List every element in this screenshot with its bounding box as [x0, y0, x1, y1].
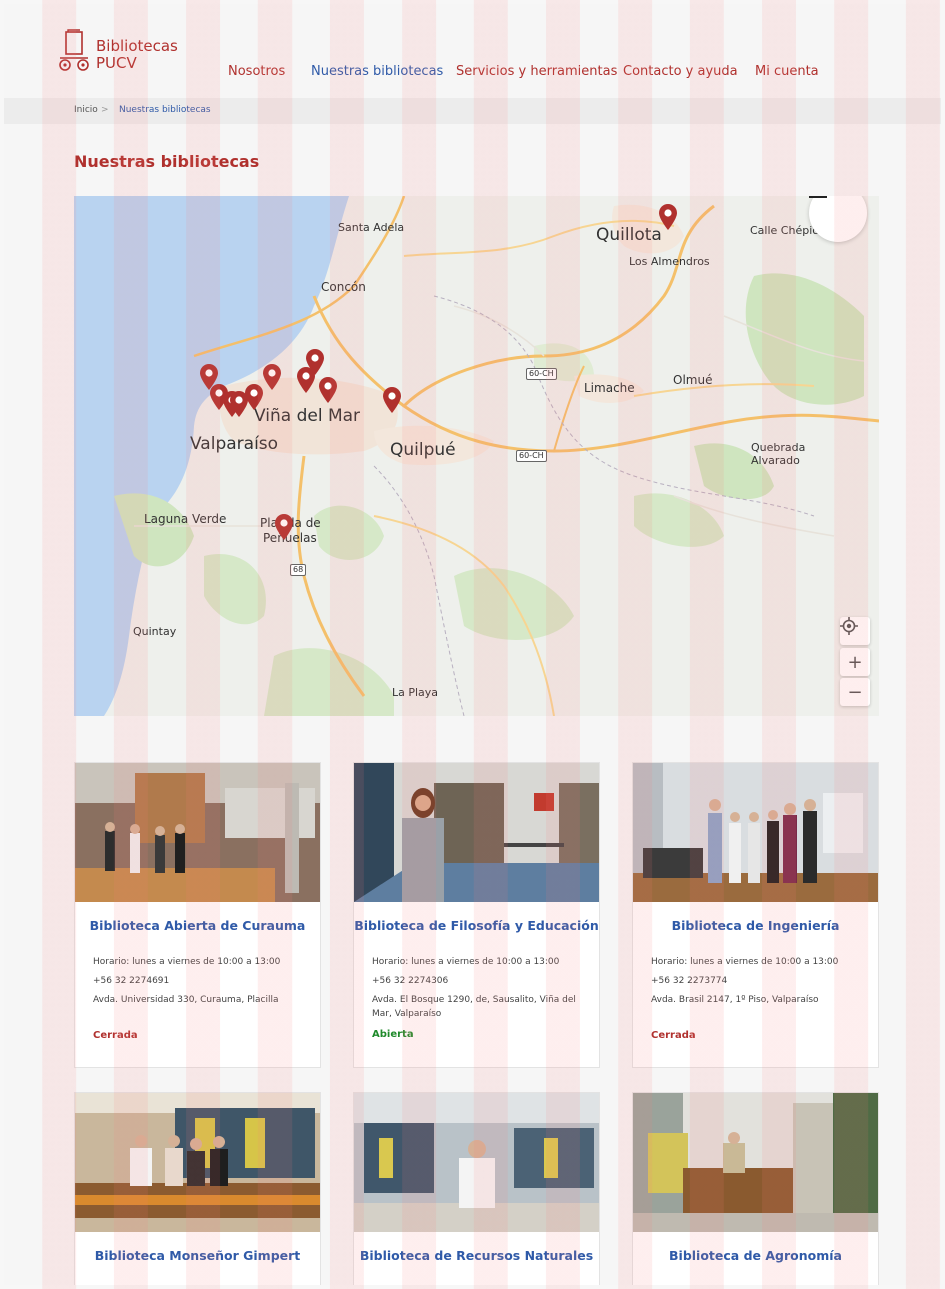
library-address: Avda. Universidad 330, Curauma, Placilla [93, 995, 279, 1005]
main-nav: Nosotros Nuestras bibliotecas Servicios … [4, 64, 941, 84]
library-card[interactable]: Biblioteca de Recursos Naturales [353, 1092, 600, 1285]
map-label-quebrada-1: Quebrada [751, 441, 806, 454]
logo-line-1: Bibliotecas [96, 37, 178, 55]
map-label-olmue: Olmué [673, 373, 713, 387]
map-pin-icon[interactable] [262, 363, 282, 391]
library-card[interactable]: Biblioteca de Agronomía [632, 1092, 879, 1285]
map-pin-icon[interactable] [296, 366, 316, 394]
library-name[interactable]: Biblioteca de Ingeniería [633, 918, 878, 933]
map-label-laguna-verde: Laguna Verde [144, 512, 227, 526]
nav-mi-cuenta[interactable]: Mi cuenta [755, 64, 819, 79]
library-photo [633, 1093, 878, 1232]
library-name[interactable]: Biblioteca Abierta de Curauma [75, 918, 320, 933]
nav-servicios[interactable]: Servicios y herramientas [456, 64, 617, 79]
library-photo [75, 763, 320, 902]
map-label-santa-adela: Santa Adela [338, 221, 405, 234]
map-pin-icon[interactable] [274, 513, 294, 541]
status-badge: Cerrada [93, 1030, 138, 1041]
library-card[interactable]: Biblioteca Monseñor Gimpert [74, 1092, 321, 1285]
route-badge: 68 [290, 564, 307, 576]
library-phone: +56 32 2273774 [651, 976, 728, 986]
library-address: Avda. El Bosque 1290, de, Sausalito, Viñ… [372, 995, 576, 1019]
map-label-quintay: Quintay [133, 625, 177, 638]
libraries-map[interactable]: Santa Adela Quillota Los Almendros Calle… [74, 196, 879, 716]
zoom-out-button[interactable]: − [840, 678, 870, 706]
route-badge: 60-CH [526, 368, 557, 380]
library-card[interactable]: Biblioteca de Ingeniería Horario: lunes … [632, 762, 879, 1068]
breadcrumb: Inicio > Nuestras bibliotecas [4, 98, 941, 124]
map-label-los-almendros: Los Almendros [629, 255, 710, 268]
library-name[interactable]: Biblioteca de Agronomía [633, 1248, 878, 1263]
library-phone: +56 32 2274691 [93, 976, 170, 986]
page: Bibliotecas PUCV Nosotros Nuestras bibli… [4, 4, 941, 1285]
library-photo [354, 1093, 599, 1232]
library-card[interactable]: Biblioteca Abierta de Curauma Horario: l… [74, 762, 321, 1068]
breadcrumb-current[interactable]: Nuestras bibliotecas [119, 105, 211, 115]
map-label-quebrada-2: Alvarado [751, 454, 800, 467]
route-badge: 60-CH [516, 450, 547, 462]
library-card[interactable]: Biblioteca de Filosofía y Educación Hora… [353, 762, 600, 1068]
map-label-quillota: Quillota [596, 225, 662, 245]
map-label-concon: Concón [321, 280, 366, 294]
locate-button[interactable] [840, 617, 870, 645]
library-name[interactable]: Biblioteca Monseñor Gimpert [75, 1248, 320, 1263]
status-badge: Cerrada [651, 1030, 696, 1041]
library-name[interactable]: Biblioteca de Filosofía y Educación [354, 918, 599, 933]
breadcrumb-separator: > [101, 105, 109, 115]
map-pin-icon[interactable] [382, 386, 402, 414]
map-label-valparaiso: Valparaíso [190, 434, 279, 454]
map-label-limache: Limache [584, 381, 635, 395]
status-badge: Abierta [372, 1029, 414, 1040]
page-title: Nuestras bibliotecas [74, 152, 260, 171]
map-pin-icon[interactable] [244, 383, 264, 411]
library-hours: Horario: lunes a viernes de 10:00 a 13:0… [372, 957, 560, 967]
map-pin-icon[interactable] [318, 376, 338, 404]
library-address: Avda. Brasil 2147, 1º Piso, Valparaíso [651, 995, 819, 1005]
breadcrumb-home[interactable]: Inicio [74, 105, 98, 115]
map-pin-icon[interactable] [658, 203, 678, 231]
crosshair-icon [840, 617, 858, 635]
library-photo [75, 1093, 320, 1232]
library-photo [354, 763, 599, 902]
library-phone: +56 32 2274306 [372, 976, 449, 986]
nav-nuestras-bibliotecas[interactable]: Nuestras bibliotecas [311, 64, 443, 79]
library-name[interactable]: Biblioteca de Recursos Naturales [354, 1248, 599, 1263]
nav-nosotros[interactable]: Nosotros [228, 64, 285, 79]
hamburger-icon [809, 196, 827, 198]
nav-contacto[interactable]: Contacto y ayuda [623, 64, 738, 79]
library-hours: Horario: lunes a viernes de 10:00 a 13:0… [93, 957, 281, 967]
map-label-la-playa: La Playa [392, 686, 439, 699]
site-header: Bibliotecas PUCV Nosotros Nuestras bibli… [4, 4, 941, 98]
zoom-in-button[interactable]: + [840, 648, 870, 676]
library-hours: Horario: lunes a viernes de 10:00 a 13:0… [651, 957, 839, 967]
map-label-quilpue: Quilpué [390, 440, 456, 460]
library-photo [633, 763, 878, 902]
map-label-vina-del-mar: Viña del Mar [254, 406, 361, 426]
